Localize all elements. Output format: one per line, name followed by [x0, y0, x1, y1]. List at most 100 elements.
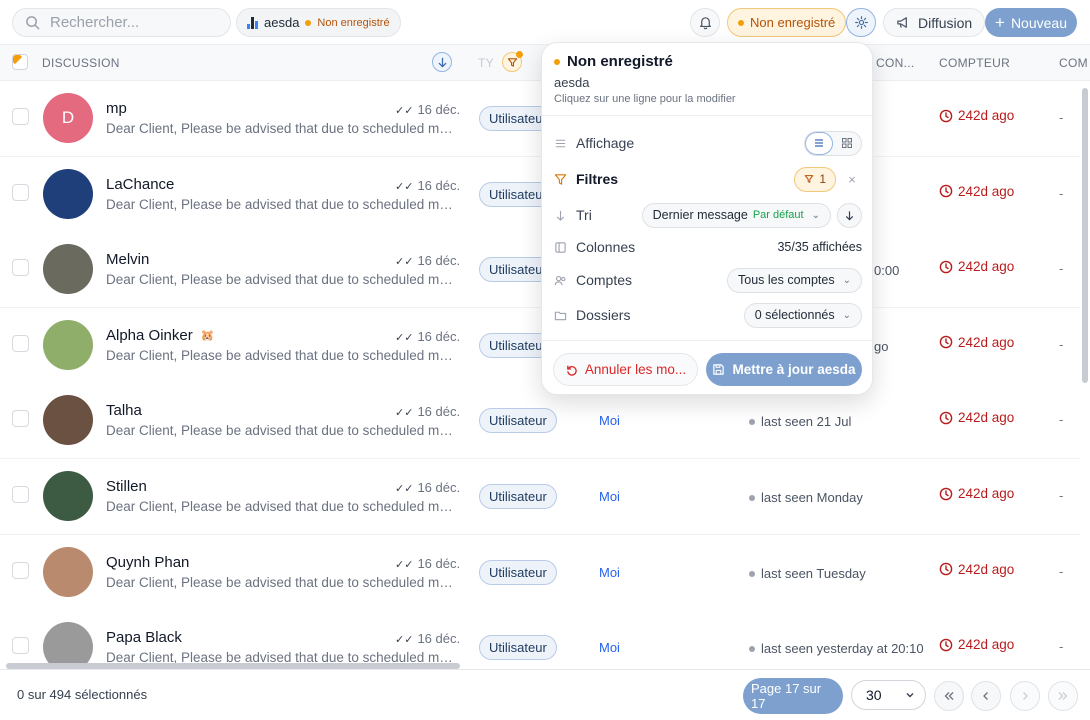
sort-field-select[interactable]: Dernier message Par défaut ⌄: [641, 202, 831, 228]
empty-cell: -: [1059, 110, 1064, 125]
type-badge: Utilisateur: [479, 635, 557, 661]
list-view-option[interactable]: [805, 131, 833, 155]
owner-link[interactable]: Moi: [599, 413, 620, 428]
diffusion-label: Diffusion: [918, 14, 973, 31]
notifications-button[interactable]: [690, 8, 720, 37]
row-checkbox[interactable]: [12, 561, 29, 579]
table-row[interactable]: Melvin ✓✓ 16 déc. Dear Client, Please be ad…: [0, 232, 1080, 309]
column-filter-button[interactable]: [502, 51, 523, 72]
columns-label: Colonnes: [576, 239, 636, 255]
clear-filters-close-icon[interactable]: ×: [842, 172, 862, 187]
row-checkbox[interactable]: [12, 637, 29, 655]
owner-link[interactable]: Moi: [599, 640, 620, 655]
last-seen: last seen 21 Jul: [749, 414, 851, 429]
view-status: Non enregistré: [317, 16, 390, 29]
row-checkbox[interactable]: [12, 183, 29, 201]
new-button[interactable]: + Nouveau: [985, 8, 1077, 37]
double-check-icon: ✓✓: [395, 634, 414, 647]
columns-row[interactable]: Colonnes 35/35 affichées: [554, 234, 862, 260]
sort-desc-button[interactable]: [432, 52, 452, 72]
save-icon: [713, 364, 725, 375]
table-row[interactable]: Talha ✓✓ 16 déc. Dear Client, Please be adv…: [0, 383, 1080, 460]
owner-link[interactable]: Moi: [599, 489, 620, 504]
columns-icon: [555, 241, 566, 253]
message-time: ✓✓ 16 déc.: [395, 329, 460, 344]
row-checkbox[interactable]: [12, 334, 29, 352]
per-page-select[interactable]: 30: [851, 680, 926, 710]
previous-page-button[interactable]: [971, 681, 1001, 711]
accounts-label: Comptes: [576, 272, 633, 288]
folders-row: Dossiers 0 sélectionnés ⌄: [554, 302, 862, 328]
row-checkbox[interactable]: [12, 410, 29, 428]
sort-value: Dernier message: [652, 208, 748, 222]
contact-name[interactable]: Stillen: [106, 478, 147, 495]
update-view-button[interactable]: Mettre à jour aesda: [706, 353, 862, 386]
row-checkbox[interactable]: [12, 259, 29, 277]
double-check-icon: ✓✓: [395, 483, 414, 495]
avatar-initial: D: [61, 108, 75, 127]
vertical-scrollbar[interactable]: [1082, 88, 1088, 383]
filters-count-badge[interactable]: 1: [794, 166, 836, 192]
folders-select[interactable]: 0 sélectionnés ⌄: [743, 302, 862, 328]
display-label: Affichage: [576, 135, 635, 151]
unsaved-dot-icon: [554, 58, 560, 65]
grid-view-option[interactable]: [833, 132, 861, 155]
table-row[interactable]: Alpha Oinker 🐹 ✓✓ 16 déc. Dear Client, Pleas…: [0, 307, 1080, 384]
next-page-button[interactable]: [1010, 681, 1040, 711]
first-page-button[interactable]: [934, 681, 964, 711]
row-checkbox[interactable]: [12, 486, 29, 503]
row-checkbox[interactable]: [12, 108, 29, 125]
undo-icon: [566, 365, 577, 376]
contact-name-text: Stillen: [106, 478, 147, 495]
display-mode-toggle[interactable]: [804, 130, 862, 156]
column-header-type[interactable]: TY: [478, 56, 494, 70]
message-time-text: 16 déc.: [417, 328, 461, 344]
table-row[interactable]: Dmp ✓✓ 16 déc. Dear Client, Please be advis…: [0, 81, 1080, 157]
sort-direction-button[interactable]: [837, 202, 862, 228]
contact-name[interactable]: LaChance: [106, 176, 174, 193]
contact-name[interactable]: Alpha Oinker 🐹: [106, 327, 214, 344]
contact-name[interactable]: Talha: [106, 402, 142, 419]
last-seen: 0:00: [874, 263, 900, 279]
chevron-down-icon: ⌄: [842, 309, 851, 321]
arrow-down-icon: [845, 210, 854, 220]
table-row[interactable]: LaChance ✓✓ 16 déc. Dear Client, Please be …: [0, 156, 1080, 233]
column-header-counter[interactable]: COMPTEUR: [939, 56, 1010, 70]
table-row[interactable]: Quynh Phan ✓✓ 16 déc. Dear Client, Please b…: [0, 534, 1080, 611]
empty-cell: -: [1059, 185, 1064, 201]
counter-cell: 242d ago: [939, 259, 1014, 274]
diffusion-button[interactable]: Diffusion: [883, 8, 986, 37]
counter-value: 242d ago: [958, 637, 1015, 653]
column-header-connected[interactable]: CON...: [876, 56, 914, 70]
contact-name[interactable]: mp: [106, 100, 127, 117]
message-preview: Dear Client, Please be advised that due …: [106, 499, 456, 514]
page-indicator[interactable]: Page 17 sur 17: [743, 678, 843, 714]
avatar: D: [43, 93, 93, 143]
gear-icon: [854, 16, 868, 29]
contact-emoji: 🐹: [200, 329, 215, 342]
last-page-button[interactable]: [1048, 681, 1078, 711]
chevron-down-icon: ⌄: [811, 209, 820, 221]
double-chevron-left-icon: [944, 692, 954, 700]
settings-button[interactable]: [846, 8, 876, 37]
unsaved-dot-icon: [738, 19, 744, 26]
table-row[interactable]: Stillen ✓✓ 16 déc. Dear Client, Please be a…: [0, 459, 1080, 535]
avatar: [43, 395, 93, 446]
folders-label: Dossiers: [576, 307, 631, 323]
contact-name[interactable]: Papa Black: [106, 629, 182, 646]
contact-name[interactable]: Quynh Phan: [106, 554, 189, 571]
selection-count: 0 sur 494 sélectionnés: [17, 687, 148, 702]
search-box[interactable]: [12, 8, 231, 37]
column-header-more[interactable]: COM: [1059, 56, 1088, 70]
search-input[interactable]: [50, 14, 220, 31]
column-header-discussion[interactable]: DISCUSSION: [42, 56, 120, 70]
contact-name[interactable]: Melvin: [106, 251, 149, 268]
owner-link[interactable]: Moi: [599, 565, 620, 580]
unsaved-status-pill[interactable]: Non enregistré: [727, 8, 847, 37]
view-selector-chip[interactable]: aesda Non enregistré: [236, 8, 401, 37]
select-all-checkbox[interactable]: [12, 54, 28, 70]
top-bar: aesda Non enregistré Non enregistré Diff…: [0, 0, 1090, 45]
accounts-select[interactable]: Tous les comptes ⌄: [727, 267, 862, 293]
message-time-text: 16 déc.: [417, 102, 461, 117]
cancel-changes-button[interactable]: Annuler les mo...: [553, 353, 698, 386]
